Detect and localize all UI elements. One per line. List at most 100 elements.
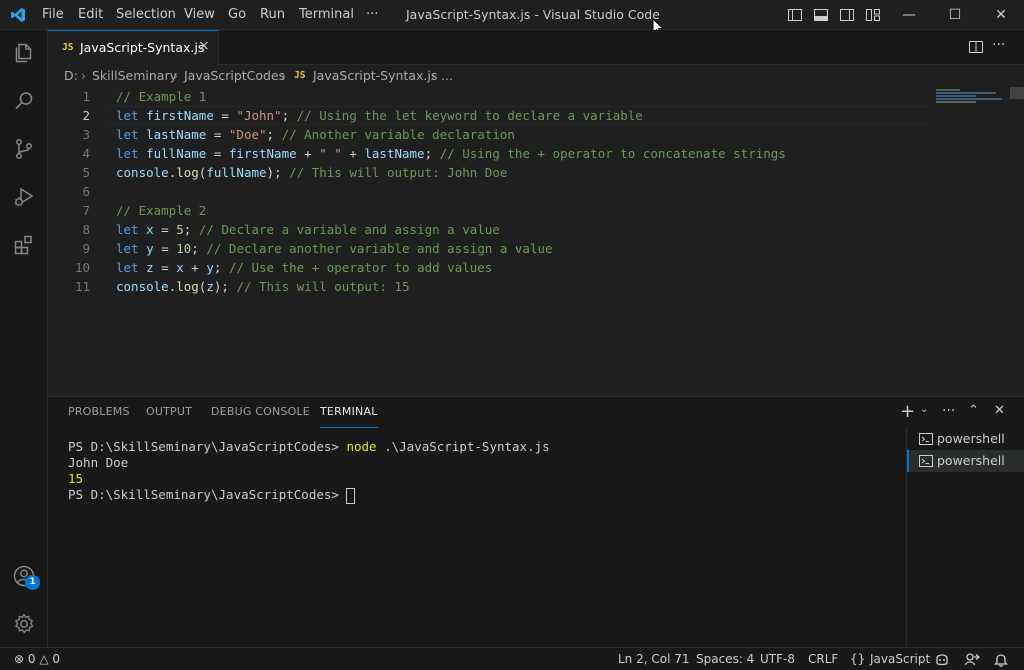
menu-more[interactable]: ···: [366, 0, 378, 30]
breadcrumb-more[interactable]: ...: [441, 65, 453, 87]
code-token: =: [153, 260, 177, 275]
breadcrumb-drive[interactable]: D:: [64, 65, 78, 87]
line-number: 6: [82, 184, 90, 199]
language-mode[interactable]: JavaScript: [870, 648, 930, 670]
explorer-icon[interactable]: [12, 41, 36, 65]
line-number: 8: [82, 222, 90, 237]
code-token: =: [206, 146, 229, 161]
code-token: ;: [213, 260, 229, 275]
menu-view[interactable]: View: [184, 0, 215, 30]
code-token: // Using the let keyword to declare a va…: [296, 108, 643, 123]
breadcrumb-folder-javascriptcodes[interactable]: JavaScriptCodes: [184, 65, 285, 87]
code-token: x: [146, 222, 154, 237]
breadcrumb-file[interactable]: JavaScript-Syntax.js: [313, 65, 437, 87]
tab-close-icon[interactable]: ×: [198, 38, 210, 54]
source-control-icon[interactable]: [12, 137, 36, 161]
indentation[interactable]: Spaces: 4: [696, 648, 754, 670]
code-token: firstName: [146, 108, 214, 123]
terminal-icon: [919, 455, 933, 467]
chevron-down-icon[interactable]: ⌄: [920, 404, 928, 415]
accounts-badge: 1: [25, 575, 40, 590]
tab-javascript-syntax[interactable]: JS JavaScript-Syntax.js ×: [48, 30, 219, 66]
notifications-bell-icon[interactable]: [994, 652, 1008, 667]
terminal-icon: [919, 433, 933, 445]
toggle-secondary-sidebar-icon[interactable]: [839, 7, 855, 23]
menu-terminal[interactable]: Terminal: [299, 0, 354, 30]
terminal-list-item[interactable]: powershell: [907, 428, 1024, 450]
search-icon[interactable]: [12, 89, 36, 113]
code-line[interactable]: let fullName = firstName + " " + lastNam…: [116, 144, 786, 163]
customize-layout-icon[interactable]: [865, 7, 881, 23]
maximize-panel-icon[interactable]: ⌃: [968, 403, 979, 418]
code-line[interactable]: // Example 1: [116, 87, 206, 106]
cursor-position[interactable]: Ln 2, Col 71: [618, 648, 690, 670]
code-line[interactable]: let firstName = "John"; // Using the let…: [116, 106, 643, 125]
code-token: ;: [191, 241, 207, 256]
close-icon[interactable]: ✕: [978, 0, 1024, 30]
chevron-right-icon: ›: [81, 68, 86, 83]
editor-scrollbar[interactable]: [1010, 87, 1024, 99]
settings-gear-icon[interactable]: [12, 612, 36, 636]
code-line[interactable]: let x = 5; // Declare a variable and ass…: [116, 220, 500, 239]
split-editor-icon[interactable]: [968, 39, 984, 55]
run-debug-icon[interactable]: [12, 185, 36, 209]
panel-tab-debug-console[interactable]: DEBUG CONSOLE: [211, 397, 310, 427]
menu-file[interactable]: File: [42, 0, 64, 30]
menu-selection[interactable]: Selection: [116, 0, 176, 30]
panel-tab-output[interactable]: OUTPUT: [146, 397, 192, 427]
toggle-panel-icon[interactable]: [813, 7, 829, 23]
code-token: // This will output: 15: [236, 279, 410, 294]
new-terminal-plus-icon[interactable]: +: [900, 401, 915, 422]
toggle-primary-sidebar-icon[interactable]: [787, 7, 803, 23]
maximize-icon[interactable]: ☐: [932, 0, 978, 30]
terminal-line: 15: [68, 471, 84, 486]
menu-go[interactable]: Go: [228, 0, 246, 30]
close-panel-icon[interactable]: ✕: [994, 403, 1005, 418]
code-token: =: [153, 241, 177, 256]
code-token: );: [213, 279, 237, 294]
panel-tab-problems[interactable]: PROBLEMS: [68, 397, 130, 427]
code-line[interactable]: let y = 10; // Declare another variable …: [116, 239, 553, 258]
code-token: "Doe": [228, 127, 267, 142]
menu-run[interactable]: Run: [260, 0, 285, 30]
code-token: // Example 2: [116, 203, 207, 218]
title-bar: File Edit Selection View Go Run Terminal…: [0, 0, 1024, 36]
terminal-line: PS D:\SkillSeminary\JavaScriptCodes> nod…: [68, 439, 550, 454]
code-token: // Another variable declaration: [281, 127, 515, 142]
copilot-icon[interactable]: [934, 652, 950, 667]
code-line[interactable]: // Example 2: [116, 201, 206, 220]
line-number: 5: [82, 165, 90, 180]
problems-status[interactable]: ⊗ 0 △ 0: [14, 648, 60, 670]
terminal-list-item[interactable]: powershell: [907, 450, 1024, 472]
menu-edit[interactable]: Edit: [78, 0, 103, 30]
terminal-cursor: [346, 487, 356, 504]
code-editor[interactable]: 1 2 3 4 5 6 7 8 9 10 11 // Example 1 let firstName …: [48, 87, 1024, 395]
code-token: =: [153, 222, 177, 237]
terminal[interactable]: PS D:\SkillSeminary\JavaScriptCodes> nod…: [48, 427, 906, 648]
encoding[interactable]: UTF-8: [760, 648, 795, 670]
code-line[interactable]: console.log(fullName); // This will outp…: [116, 163, 507, 182]
terminal-list: powershell powershell: [906, 427, 1024, 648]
minimize-icon[interactable]: —: [886, 0, 932, 30]
breadcrumb-folder-skillseminary[interactable]: SkillSeminary: [92, 65, 177, 87]
end-of-line[interactable]: CRLF: [808, 648, 838, 670]
feedback-icon[interactable]: [964, 652, 980, 667]
code-line[interactable]: let lastName = "Doe"; // Another variabl…: [116, 125, 515, 144]
code-token: +: [341, 146, 365, 161]
line-number: 2: [82, 108, 90, 123]
extensions-icon[interactable]: [12, 233, 36, 257]
code-line[interactable]: console.log(z); // This will output: 15: [116, 277, 410, 296]
minimap[interactable]: [936, 87, 1016, 107]
code-token: " ": [319, 146, 342, 161]
panel-more-actions-icon[interactable]: ···: [942, 403, 955, 419]
line-number: 10: [74, 260, 90, 275]
code-token: 10: [176, 241, 192, 256]
code-token: log: [176, 279, 199, 294]
panel-tab-terminal[interactable]: TERMINAL: [320, 397, 378, 428]
code-line[interactable]: let z = x + y; // Use the + operator to …: [116, 258, 492, 277]
code-token: // Declare a variable and assign a value: [198, 222, 500, 237]
editor-more-actions-icon[interactable]: ···: [992, 37, 1005, 53]
